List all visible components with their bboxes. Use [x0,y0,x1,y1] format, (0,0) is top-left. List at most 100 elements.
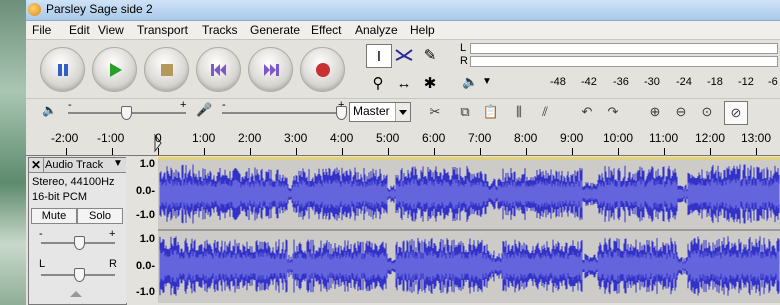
redo-button[interactable]: ↷ [602,101,624,123]
zoom-in-button[interactable]: ⊕ [644,101,666,123]
gain-thumb[interactable] [74,236,85,250]
ruler-tick [204,148,205,155]
meter-toolbar: L R 🔈 ▼ -48 -42 -36 -30 -24 -18 -12 -6 [458,40,780,98]
ibeam-icon: I [376,47,382,65]
track-selection-border [158,157,780,159]
double-arrow-icon: ↔ [396,74,412,92]
ruler-label: 13:00 [741,131,772,145]
ruler-label: 5:00 [376,131,400,145]
slider-minus: - [222,99,226,111]
skip-end-button[interactable] [248,47,293,92]
collapse-track-icon[interactable] [69,290,83,298]
zoom-out-icon: ⊖ [675,104,687,119]
solo-button[interactable]: Solo [77,208,123,224]
zoom-tool[interactable]: ⚲ [366,72,390,94]
ruler-label: 7:00 [468,131,492,145]
magnifier-icon: ⚲ [372,75,384,92]
input-volume-slider[interactable] [222,112,344,114]
track-menu-arrow-icon[interactable]: ▼ [113,158,123,169]
scale-bottom: -1.0 [136,209,155,221]
ruler-tick [388,148,389,155]
ruler-tick [296,148,297,155]
ruler-label: -2:00 [51,131,79,145]
ruler-label: 3:00 [284,131,308,145]
pause-button[interactable] [40,47,85,92]
undo-button[interactable]: ↶ [576,101,598,123]
silence-icon: ⫽ [542,104,548,119]
ruler-tick [250,148,251,155]
input-volume-thumb[interactable] [336,106,347,120]
menu-file[interactable]: File [32,23,51,37]
right-channel-waveform[interactable] [158,233,780,299]
tools-toolbar: I ✎ ⚲ ↔ ✱ [358,42,448,100]
record-button[interactable] [300,47,345,92]
redo-icon: ↷ [607,104,619,119]
trim-button[interactable]: ⫼ [508,101,530,123]
ruler-label: 6:00 [422,131,446,145]
meter-scale-label: -30 [644,76,660,88]
stop-button[interactable] [144,47,189,92]
multi-tool[interactable]: ✱ [418,72,442,94]
copy-icon: ⧉ [460,104,470,119]
ruler-label: 1:00 [192,131,216,145]
menu-transport[interactable]: Transport [137,23,188,37]
silence-button[interactable]: ⫽ [534,101,556,123]
gain-minus-label: - [39,228,43,240]
stop-icon [160,63,173,76]
ruler-tick [756,148,757,155]
output-volume-icon: 🔈 [42,103,57,117]
meter-scale-label: -24 [676,76,692,88]
menu-generate[interactable]: Generate [250,23,300,37]
play-icon [109,62,122,77]
mute-button[interactable]: Mute [31,208,77,224]
cut-button[interactable]: ✂ [424,101,446,123]
menu-analyze[interactable]: Analyze [355,23,398,37]
draw-tool[interactable]: ✎ [418,44,442,66]
meter-scale-label: -12 [738,76,754,88]
play-button[interactable] [92,47,137,92]
ruler-tick [618,148,619,155]
slider-minus: - [68,99,72,111]
waveform-area[interactable] [158,157,780,303]
menu-view[interactable]: View [98,23,124,37]
paste-button[interactable]: 📋 [480,101,502,123]
ruler-tick [158,148,159,155]
track-header: ✕ Audio Track ▼ [29,158,126,173]
asterisk-icon: ✱ [423,75,437,92]
fit-selection-icon: ⊙ [701,104,713,119]
menu-edit[interactable]: Edit [69,23,90,37]
skip-to-end-icon [263,63,279,76]
fit-selection-button[interactable]: ⊙ [696,101,718,123]
track-name[interactable]: Audio Track [45,159,103,171]
pan-thumb[interactable] [74,268,85,282]
microphone-icon: 🎤 [196,102,213,117]
skip-start-button[interactable] [196,47,241,92]
playback-meter-right [470,56,778,67]
fit-project-button[interactable]: ⊘ [724,101,748,125]
close-track-icon[interactable]: ✕ [31,158,45,172]
meter-scale-label: -48 [550,76,566,88]
menu-effect[interactable]: Effect [311,23,341,37]
input-source-select[interactable]: Master [349,102,411,122]
menu-help[interactable]: Help [410,23,435,37]
ruler-tick [480,148,481,155]
ruler-tick [572,148,573,155]
zoom-out-button[interactable]: ⊖ [670,101,692,123]
menu-tracks[interactable]: Tracks [202,23,238,37]
copy-button[interactable]: ⧉ [454,101,476,123]
envelope-tool[interactable] [392,44,416,66]
ruler-label: 11:00 [649,131,679,145]
left-channel-waveform[interactable] [158,161,780,227]
ruler-label: 4:00 [330,131,354,145]
meter-right-label: R [460,55,468,67]
timeline-ruler[interactable]: -2:00 -1:00 0 1:00 2:00 3:00 4:00 5:00 6:00 7:00 8… [26,125,780,156]
gain-plus-label: + [109,228,116,240]
skip-to-start-icon [210,63,226,76]
amplitude-scale: 1.0 0.0- -1.0 1.0 0.0- -1.0 [126,157,159,303]
ruler-tick [710,148,711,155]
output-volume-thumb[interactable] [121,106,132,120]
selection-tool[interactable]: I [366,44,392,68]
chevron-down-icon [399,110,407,115]
fit-project-icon: ⊘ [730,105,742,120]
timeshift-tool[interactable]: ↔ [392,72,416,94]
